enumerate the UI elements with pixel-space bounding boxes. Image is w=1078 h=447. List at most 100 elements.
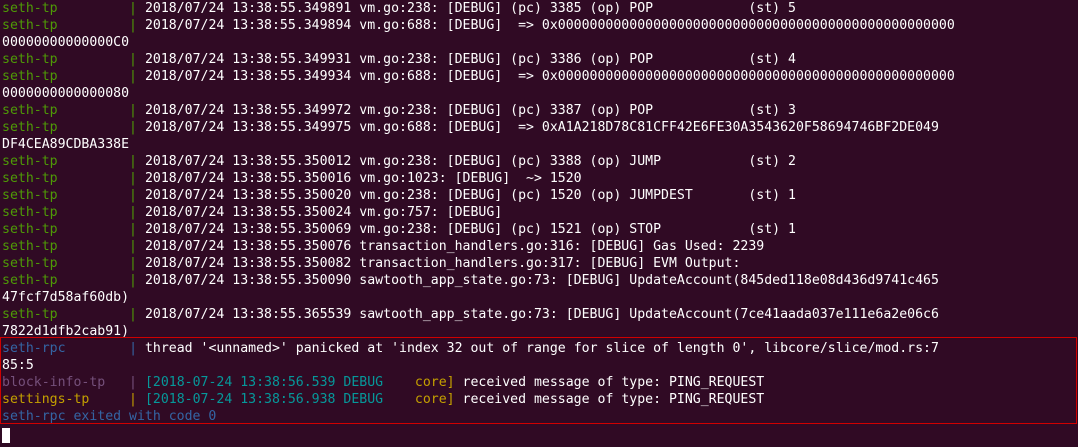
service-name: seth-tp (2, 120, 58, 135)
log-line: seth-tp | 2018/07/24 13:38:55.349972 vm.… (2, 102, 1078, 119)
log-line: 7822d1dfb2cab91) (2, 323, 1078, 340)
column-separator: | (129, 188, 145, 203)
service-padding (58, 188, 129, 203)
column-separator: | (129, 171, 145, 186)
log-continuation: 00000000000000C0 (2, 35, 130, 50)
service-name: seth-tp (2, 154, 58, 169)
service-name: seth-tp (2, 1, 58, 16)
column-separator: | (129, 256, 145, 271)
service-padding (58, 222, 129, 237)
log-continuation: DF4CEA89CDBA338E (2, 137, 130, 152)
log-message: 2018/07/24 13:38:55.350012 vm.go:238: [D… (144, 154, 796, 169)
column-separator: | (129, 120, 145, 135)
log-message: 2018/07/24 13:38:55.350076 transaction_h… (144, 239, 765, 254)
service-padding (58, 239, 129, 254)
service-padding (58, 154, 129, 169)
log-timestamp: [2018-07-24 13:38:56.539 DEBUG (144, 375, 415, 390)
log-line: seth-tp | 2018/07/24 13:38:55.349894 vm.… (2, 17, 1078, 34)
log-line: seth-tp | 2018/07/24 13:38:55.349975 vm.… (2, 119, 1078, 136)
log-message: received message of type: PING_REQUEST (454, 375, 765, 390)
service-padding (58, 1, 129, 16)
service-padding (58, 307, 129, 322)
column-separator: | (129, 307, 145, 322)
log-line: seth-tp | 2018/07/24 13:38:55.350016 vm.… (2, 170, 1078, 187)
column-separator: | (129, 18, 145, 33)
service-name: seth-tp (2, 239, 58, 254)
log-line: DF4CEA89CDBA338E (2, 136, 1078, 153)
log-message: 2018/07/24 13:38:55.365539 sawtooth_app_… (144, 307, 939, 322)
log-line: seth-tp | 2018/07/24 13:38:55.350024 vm.… (2, 204, 1078, 221)
log-line: seth-rpc exited with code 0 (2, 408, 1078, 425)
log-message: 2018/07/24 13:38:55.349934 vm.go:688: [D… (144, 69, 955, 84)
log-line: block-info-tp | [2018-07-24 13:38:56.539… (2, 374, 1078, 391)
service-name: seth-tp (2, 256, 58, 271)
log-continuation: 47fcf7d58af60db) (2, 290, 130, 305)
log-line: seth-tp | 2018/07/24 13:38:55.349934 vm.… (2, 68, 1078, 85)
column-separator: | (129, 154, 145, 169)
column-separator: | (129, 1, 145, 16)
service-name: seth-tp (2, 18, 58, 33)
log-message: 2018/07/24 13:38:55.349972 vm.go:238: [D… (144, 103, 796, 118)
column-separator: | (129, 273, 145, 288)
column-separator: | (129, 341, 145, 356)
service-padding (58, 171, 129, 186)
service-padding (66, 341, 130, 356)
log-message: 2018/07/24 13:38:55.350082 transaction_h… (144, 256, 741, 271)
log-message: 2018/07/24 13:38:55.349931 vm.go:238: [D… (144, 52, 796, 67)
service-name: settings-tp (2, 392, 90, 407)
log-continuation: 0000000000000080 (2, 86, 130, 101)
column-separator: | (129, 239, 145, 254)
log-module: core] (414, 375, 455, 390)
service-name: seth-tp (2, 103, 58, 118)
log-timestamp: [2018-07-24 13:38:56.938 DEBUG (144, 392, 415, 407)
log-line: seth-tp | 2018/07/24 13:38:55.349891 vm.… (2, 0, 1078, 17)
service-padding (58, 69, 129, 84)
log-line: seth-tp | 2018/07/24 13:38:55.349931 vm.… (2, 51, 1078, 68)
service-padding (58, 18, 129, 33)
log-line: seth-rpc | thread '<unnamed>' panicked a… (2, 340, 1078, 357)
log-message: 2018/07/24 13:38:55.349975 vm.go:688: [D… (144, 120, 939, 135)
log-line: seth-tp | 2018/07/24 13:38:55.350020 vm.… (2, 187, 1078, 204)
log-message: 2018/07/24 13:38:55.350024 vm.go:757: [D… (144, 205, 503, 220)
column-separator: | (129, 205, 145, 220)
log-message: thread '<unnamed>' panicked at 'index 32… (144, 341, 939, 356)
log-message: 2018/07/24 13:38:55.349894 vm.go:688: [D… (144, 18, 955, 33)
log-message: 2018/07/24 13:38:55.349891 vm.go:238: [D… (144, 1, 796, 16)
service-name: seth-tp (2, 273, 58, 288)
log-line: seth-tp | 2018/07/24 13:38:55.365539 saw… (2, 306, 1078, 323)
service-padding (89, 392, 129, 407)
service-padding (58, 273, 129, 288)
service-padding (58, 256, 129, 271)
service-padding (58, 205, 129, 220)
log-continuation: 7822d1dfb2cab91) (2, 324, 130, 339)
log-line: seth-tp | 2018/07/24 13:38:55.350069 vm.… (2, 221, 1078, 238)
service-name: block-info-tp (2, 375, 106, 390)
service-name: seth-tp (2, 307, 58, 322)
column-separator: | (129, 375, 145, 390)
log-message: received message of type: PING_REQUEST (454, 392, 765, 407)
log-line: 47fcf7d58af60db) (2, 289, 1078, 306)
terminal-window[interactable]: seth-tp | 2018/07/24 13:38:55.349891 vm.… (0, 0, 1078, 447)
service-padding (58, 103, 129, 118)
log-line: 00000000000000C0 (2, 34, 1078, 51)
service-name: seth-tp (2, 171, 58, 186)
log-line: seth-tp | 2018/07/24 13:38:55.350090 saw… (2, 272, 1078, 289)
log-line: seth-tp | 2018/07/24 13:38:55.350082 tra… (2, 255, 1078, 272)
service-name: seth-tp (2, 52, 58, 67)
exit-message: seth-rpc exited with code 0 (2, 409, 217, 424)
log-message: 2018/07/24 13:38:55.350090 sawtooth_app_… (144, 273, 939, 288)
column-separator: | (129, 222, 145, 237)
log-message: 2018/07/24 13:38:55.350069 vm.go:238: [D… (144, 222, 796, 237)
log-continuation: 85:5 (2, 358, 34, 373)
column-separator: | (129, 52, 145, 67)
service-name: seth-tp (2, 188, 58, 203)
log-module: core] (414, 392, 455, 407)
service-name: seth-tp (2, 222, 58, 237)
log-line: 85:5 (2, 357, 1078, 374)
service-name: seth-tp (2, 205, 58, 220)
column-separator: | (129, 69, 145, 84)
log-line: seth-tp | 2018/07/24 13:38:55.350076 tra… (2, 238, 1078, 255)
log-line: settings-tp | [2018-07-24 13:38:56.938 D… (2, 391, 1078, 408)
service-name: seth-rpc (2, 341, 66, 356)
column-separator: | (129, 103, 145, 118)
